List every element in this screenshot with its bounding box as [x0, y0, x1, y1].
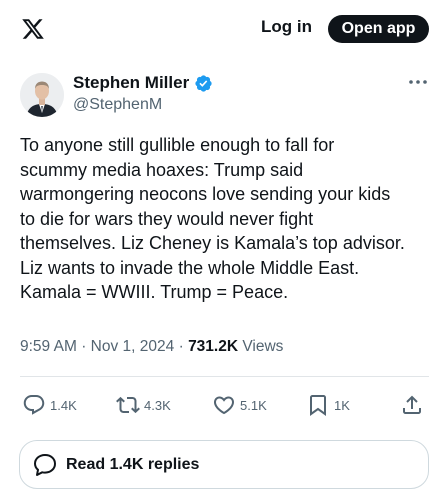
author-name-row: Stephen Miller [73, 73, 213, 93]
tweet-text: To anyone still gullible enough to fall … [20, 133, 430, 305]
tweet-line: scummy media hoaxes: Trump said [20, 159, 304, 180]
tweet-date[interactable]: Nov 1, 2024 [91, 338, 175, 355]
views-label: Views [242, 338, 284, 355]
reply-icon [23, 395, 45, 415]
avatar-portrait-icon [20, 73, 64, 117]
bookmark-button[interactable]: 1K [306, 393, 350, 417]
open-app-button[interactable]: Open app [328, 15, 429, 43]
bookmark-icon [310, 395, 326, 416]
verified-badge-icon [195, 74, 212, 92]
read-replies-button[interactable]: Read 1.4K replies [19, 440, 429, 489]
tweet-line: Liz wants to invade the whole Middle Eas… [20, 257, 360, 278]
x-logo-icon[interactable] [20, 17, 46, 41]
author-handle[interactable]: @StephenM [73, 96, 162, 114]
tweet-line: warmongering neocons love sending your k… [20, 184, 391, 204]
avatar[interactable] [20, 73, 64, 117]
repost-icon [116, 396, 140, 414]
tweet-line: To anyone still gullible enough to fall … [20, 135, 335, 155]
speech-bubble-icon [34, 453, 56, 476]
author-name[interactable]: Stephen Miller [73, 73, 189, 93]
reply-count: 1.4K [50, 397, 77, 413]
tweet-time[interactable]: 9:59 AM [20, 338, 77, 355]
share-button[interactable] [400, 393, 424, 417]
divider [20, 376, 429, 377]
views-count: 731.2K [188, 338, 239, 355]
more-options-icon[interactable] [407, 74, 429, 90]
bookmark-count: 1K [334, 397, 350, 413]
tweet-line: themselves. Liz Cheney is Kamala’s top a… [20, 233, 405, 253]
reply-button[interactable]: 1.4K [22, 393, 77, 417]
meta-separator: · [178, 338, 184, 355]
meta-separator: · [81, 338, 87, 355]
login-link[interactable]: Log in [261, 17, 312, 37]
like-count: 5.1K [240, 397, 267, 413]
repost-button[interactable]: 4.3K [116, 393, 171, 417]
repost-count: 4.3K [144, 397, 171, 413]
top-bar: Log in Open app [0, 0, 448, 58]
heart-icon [213, 396, 235, 415]
tweet-line: to die for wars they would never fight [20, 208, 314, 229]
like-button[interactable]: 5.1K [212, 393, 267, 417]
tweet-line: Kamala = WWIII. Trump = Peace. [20, 282, 289, 302]
share-icon [403, 395, 421, 414]
read-replies-label: Read 1.4K replies [66, 455, 200, 473]
tweet-meta: 9:59 AM · Nov 1, 2024 · 731.2K Views [20, 338, 283, 356]
